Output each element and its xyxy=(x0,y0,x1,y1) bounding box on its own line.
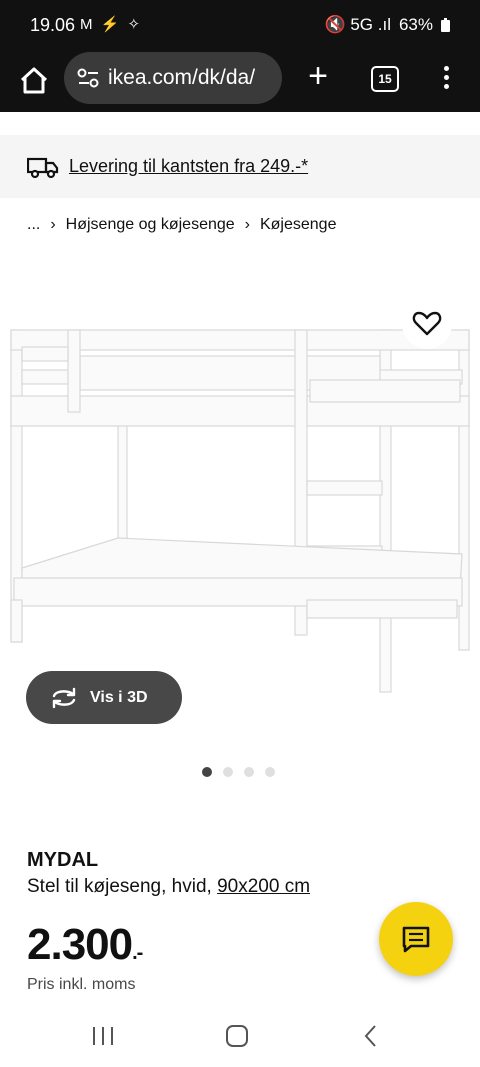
home-nav-icon[interactable] xyxy=(225,1024,249,1048)
breadcrumb-ellipsis[interactable]: ... xyxy=(27,216,40,234)
view-in-3d-button[interactable]: Vis i 3D xyxy=(26,671,182,724)
product-price: 2.300.- xyxy=(27,920,143,970)
battery-icon xyxy=(441,18,450,32)
menu-icon[interactable] xyxy=(434,62,458,96)
chevron-right-icon: › xyxy=(50,216,56,233)
view-in-3d-label: Vis i 3D xyxy=(90,688,148,706)
carousel-dots[interactable] xyxy=(202,767,275,777)
system-nav-bar xyxy=(0,1005,480,1067)
product-description-text: Stel til køjeseng, hvid, xyxy=(27,876,212,897)
carousel-dot-4[interactable] xyxy=(265,767,275,777)
breadcrumb-item-kojesenge[interactable]: Køjesenge xyxy=(260,216,337,234)
status-bar: 19.06 M ⚡ ✧ 🔇 5G .ıl 63% xyxy=(0,0,480,50)
site-settings-icon[interactable] xyxy=(74,67,104,89)
chevron-right-icon: › xyxy=(244,216,250,233)
notification-icons: M ⚡ ✧ xyxy=(80,16,143,33)
bunk-bed-image xyxy=(10,329,470,693)
carousel-dot-1[interactable] xyxy=(202,767,212,777)
tab-switcher-button[interactable]: 15 xyxy=(371,66,399,92)
delivery-banner[interactable]: Levering til kantsten fra 249.-* xyxy=(0,135,480,198)
heart-icon xyxy=(412,311,442,336)
back-icon[interactable] xyxy=(362,1024,380,1048)
chat-button[interactable] xyxy=(379,902,453,976)
address-bar[interactable]: ikea.com/dk/da/ xyxy=(64,52,282,104)
carousel-dot-3[interactable] xyxy=(244,767,254,777)
product-dimensions-link[interactable]: 90x200 cm xyxy=(217,876,310,897)
new-tab-icon[interactable]: + xyxy=(300,58,336,98)
product-name: MYDAL xyxy=(27,849,99,871)
product-image[interactable] xyxy=(0,300,480,720)
delivery-link[interactable]: Levering til kantsten fra 249.-* xyxy=(69,156,308,177)
browser-toolbar: ikea.com/dk/da/ + 15 xyxy=(0,50,480,112)
status-time: 19.06 xyxy=(30,15,76,35)
url-text[interactable]: ikea.com/dk/da/ xyxy=(108,66,255,90)
truck-icon xyxy=(27,157,59,178)
home-button[interactable] xyxy=(14,60,54,100)
price-main: 2.300 xyxy=(27,920,133,969)
rotate-3d-icon xyxy=(52,687,76,708)
status-right: 🔇 5G .ıl 63% xyxy=(324,15,450,35)
favorite-button[interactable] xyxy=(402,299,452,349)
breadcrumb: ... › Højsenge og køjesenge › Køjesenge xyxy=(27,216,336,234)
price-tax-note: Pris inkl. moms xyxy=(27,976,136,993)
price-suffix: .- xyxy=(132,942,143,964)
product-description: Stel til køjeseng, hvid, 90x200 cm xyxy=(27,876,310,898)
battery-level: 63% xyxy=(398,15,433,34)
signal-icons: 🔇 5G .ıl xyxy=(324,15,391,34)
breadcrumb-item-hojsenge[interactable]: Højsenge og køjesenge xyxy=(66,216,235,234)
chat-icon xyxy=(402,926,430,953)
home-icon xyxy=(20,67,48,94)
carousel-dot-2[interactable] xyxy=(223,767,233,777)
recent-apps-icon[interactable] xyxy=(91,1025,115,1047)
